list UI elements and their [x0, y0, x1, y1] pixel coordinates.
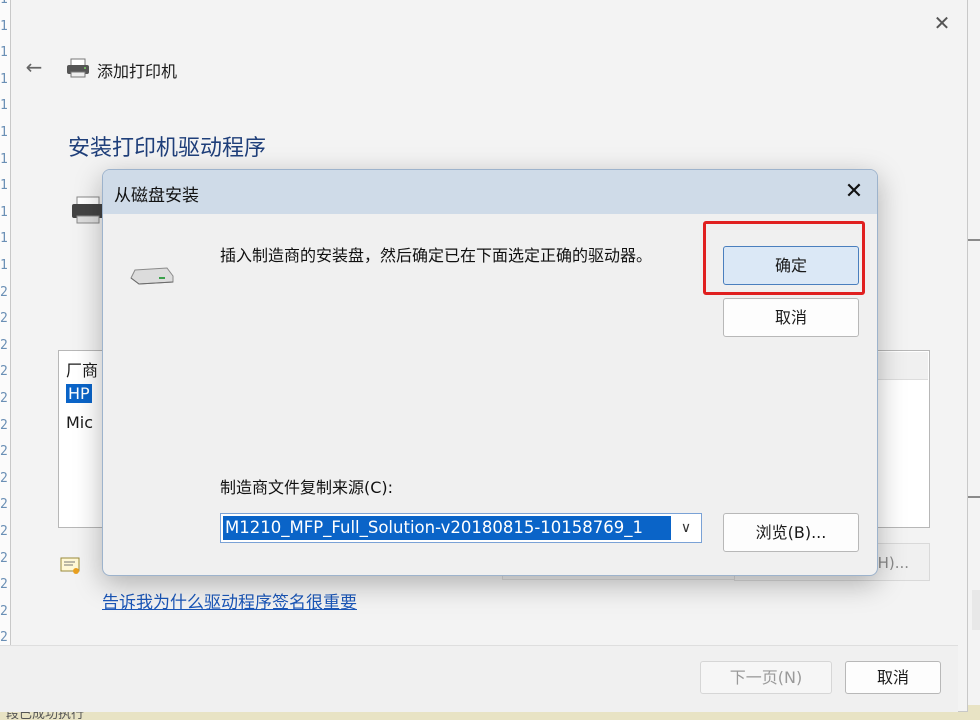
background-right-edge	[966, 239, 980, 630]
source-label: 制造商文件复制来源(C):	[220, 478, 394, 497]
line-number: 2	[0, 311, 8, 327]
close-icon[interactable]: ✕	[841, 179, 867, 205]
line-number: 1	[0, 45, 8, 61]
have-disk-button-label: H)...	[877, 554, 909, 572]
list-header-manufacturer: 厂商	[66, 361, 99, 380]
line-number: 2	[0, 497, 8, 513]
line-number: 1	[0, 71, 8, 87]
line-number: 2	[0, 577, 8, 593]
cancel-button[interactable]: 取消	[723, 298, 859, 337]
line-number: 2	[0, 603, 8, 619]
line-number: 1	[0, 204, 8, 220]
dialog-titlebar: 从磁盘安装 ✕	[103, 170, 877, 214]
printer-icon	[72, 196, 104, 224]
next-button[interactable]: 下一页(N)	[700, 661, 832, 694]
disk-drive-icon	[130, 267, 174, 285]
line-number: 2	[0, 470, 8, 486]
line-number: 1	[0, 0, 8, 7]
line-number: 1	[0, 258, 8, 273]
install-from-disk-dialog: 从磁盘安装 ✕ 插入制造商的安装盘，然后确定已在下面选定正确的驱动器。 确定 取…	[102, 169, 878, 576]
line-number: 1	[0, 98, 8, 114]
line-number: 2	[0, 524, 8, 539]
line-number: 2	[0, 630, 8, 646]
line-number: 2	[0, 337, 8, 353]
source-combobox[interactable]: M1210_MFP_Full_Solution-v20180815-101587…	[220, 513, 702, 543]
wizard-cancel-button[interactable]: 取消	[845, 661, 941, 694]
line-number: 2	[0, 284, 8, 300]
line-number: 1	[0, 231, 8, 247]
line-number: 2	[0, 444, 8, 460]
list-item[interactable]: HP	[66, 384, 92, 403]
printer-icon	[67, 58, 89, 78]
line-number: 2	[0, 391, 8, 406]
dialog-title: 从磁盘安装	[114, 186, 199, 206]
source-input[interactable]: M1210_MFP_Full_Solution-v20180815-101587…	[223, 516, 671, 540]
wizard-title: 添加打印机	[97, 62, 178, 81]
line-number: 1	[0, 18, 8, 34]
line-number: 2	[0, 550, 8, 566]
page-heading: 安装打印机驱动程序	[68, 136, 267, 161]
close-icon[interactable]: ✕	[931, 12, 953, 34]
line-number: 2	[0, 417, 8, 433]
driver-signing-link[interactable]: 告诉我为什么驱动程序签名很重要	[102, 588, 357, 613]
certificate-icon	[60, 557, 80, 574]
chevron-down-icon[interactable]: ∨	[673, 516, 699, 540]
back-arrow-icon[interactable]: ←	[23, 56, 45, 78]
line-number: 1	[0, 151, 8, 167]
line-number: 1	[0, 178, 8, 194]
dialog-message: 插入制造商的安装盘，然后确定已在下面选定正确的驱动器。	[220, 246, 653, 265]
list-item[interactable]: Mic	[66, 413, 93, 432]
line-number: 1	[0, 125, 8, 140]
highlight-box	[703, 221, 865, 295]
line-number: 2	[0, 364, 8, 380]
browse-button[interactable]: 浏览(B)...	[723, 513, 859, 552]
